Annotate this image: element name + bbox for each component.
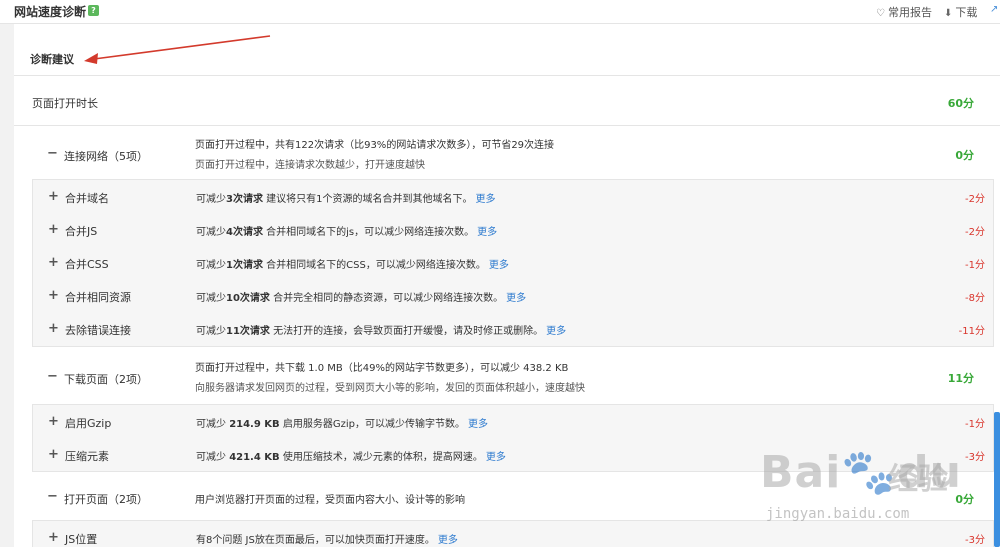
open-time-label: 页面打开时长 (32, 97, 98, 110)
category-score: 0分 (955, 149, 974, 162)
list-item[interactable]: + 去除错误连接 可减少11次请求 无法打开的连接，会导致页面打开缓慢，请及时修… (33, 312, 993, 345)
item-score: -8分 (965, 293, 985, 304)
list-item[interactable]: + 合并域名 可减少3次请求 建议将只有1个资源的域名合并到其他域名下。 更多 -… (33, 180, 993, 213)
item-desc: 可减少4次请求 合并相同域名下的js，可以减少网络连接次数。 更多 (196, 227, 498, 238)
item-desc: 可减少11次请求 无法打开的连接，会导致页面打开缓慢，请及时修正或删除。 更多 (196, 326, 567, 337)
expand-icon[interactable]: + (48, 189, 59, 204)
item-desc: 可减少 214.9 KB 启用服务器Gzip，可以减少传输字节数。 更多 (196, 419, 488, 430)
category-name[interactable]: 下载页面（2项） (64, 371, 148, 387)
item-score: -11分 (958, 326, 985, 337)
more-link[interactable]: 更多 (476, 194, 496, 205)
expand-icon[interactable]: ↗ (990, 4, 998, 15)
category-name[interactable]: 打开页面（2项） (64, 491, 148, 507)
heart-icon: ♡ (876, 8, 885, 19)
category-hint: 向服务器请求发回网页的过程，受到网页大小等的影响，发回的页面体积越小，速度越快 (195, 383, 585, 394)
diagnosis-panel: 诊断建议 页面打开时长 60分 − 连接网络（5项） 页面打开过程中，共有122… (14, 24, 1000, 547)
more-link[interactable]: 更多 (506, 293, 526, 304)
expand-icon[interactable]: + (48, 414, 59, 429)
sub-list-download: + 启用Gzip 可减少 214.9 KB 启用服务器Gzip，可以减少传输字节… (32, 404, 994, 472)
item-name: 启用Gzip (65, 417, 112, 430)
top-bar: 网站速度诊断 ? ♡ 常用报告 ⬇ 下载 ↗ (0, 0, 1000, 24)
favorite-reports-button[interactable]: ♡ 常用报告 (876, 4, 932, 20)
page-title: 网站速度诊断 (14, 5, 87, 19)
scrollbar[interactable] (994, 412, 1000, 547)
item-score: -2分 (965, 227, 985, 238)
item-score: -1分 (965, 260, 985, 271)
item-score: -3分 (965, 452, 985, 463)
item-desc: 可减少1次请求 合并相同域名下的CSS，可以减少网络连接次数。 更多 (196, 260, 509, 271)
collapse-icon[interactable]: − (47, 146, 58, 161)
expand-icon[interactable]: + (48, 255, 59, 270)
item-name: 压缩元素 (65, 450, 109, 463)
download-label: 下载 (955, 6, 978, 19)
more-link[interactable]: 更多 (486, 452, 506, 463)
category-summary: 页面打开过程中，共有122次请求（比93%的网站请求次数多），可节省29次连接 (195, 140, 555, 151)
item-name: 合并CSS (65, 258, 109, 271)
divider (14, 75, 1000, 76)
expand-icon[interactable]: + (48, 222, 59, 237)
sub-list-open: + JS位置 有8个问题 JS放在页面最后，可以加快页面打开速度。 更多 -3分 (32, 520, 994, 547)
list-item[interactable]: + 合并CSS 可减少1次请求 合并相同域名下的CSS，可以减少网络连接次数。更… (33, 246, 993, 279)
help-icon[interactable]: ? (88, 5, 99, 16)
sub-list-connect: + 合并域名 可减少3次请求 建议将只有1个资源的域名合并到其他域名下。 更多 -… (32, 179, 994, 347)
collapse-icon[interactable]: − (47, 369, 58, 384)
more-link[interactable]: 更多 (489, 260, 509, 271)
item-score: -3分 (965, 535, 985, 546)
item-score: -1分 (965, 419, 985, 430)
list-item[interactable]: + 合并JS 可减少4次请求 合并相同域名下的js，可以减少网络连接次数。 更多 … (33, 213, 993, 246)
item-name: 合并相同资源 (65, 291, 131, 304)
list-item[interactable]: + 启用Gzip 可减少 214.9 KB 启用服务器Gzip，可以减少传输字节… (33, 405, 993, 438)
favorite-reports-label: 常用报告 (887, 6, 932, 19)
more-link[interactable]: 更多 (546, 326, 566, 337)
divider (14, 125, 1000, 126)
open-time-score: 60分 (947, 97, 974, 110)
collapse-icon[interactable]: − (47, 489, 58, 504)
list-item[interactable]: + 合并相同资源 可减少10次请求 合并完全相同的静态资源，可以减少网络连接次数… (33, 279, 993, 312)
more-link[interactable]: 更多 (477, 227, 497, 238)
item-desc: 可减少3次请求 建议将只有1个资源的域名合并到其他域名下。 更多 (196, 194, 496, 205)
item-desc: 可减少10次请求 合并完全相同的静态资源，可以减少网络连接次数。 更多 (196, 293, 527, 304)
more-link[interactable]: 更多 (438, 535, 458, 546)
category-hint: 页面打开过程中，连接请求次数越少，打开速度越快 (195, 160, 425, 171)
item-name: 合并域名 (65, 192, 109, 205)
item-name: 去除错误连接 (65, 324, 131, 337)
download-button[interactable]: ⬇ 下载 (944, 4, 977, 20)
item-desc: 可减少 421.4 KB 使用压缩技术，减少元素的体积，提高网速。 更多 (196, 452, 506, 463)
item-name: 合并JS (65, 225, 98, 238)
expand-icon[interactable]: + (48, 288, 59, 303)
item-name: JS位置 (65, 533, 98, 546)
category-summary: 页面打开过程中，共下载 1.0 MB（比49%的网站字节数更多），可以减少 43… (195, 363, 569, 374)
list-item[interactable]: + JS位置 有8个问题 JS放在页面最后，可以加快页面打开速度。 更多 -3分 (33, 521, 993, 547)
expand-icon[interactable]: + (48, 530, 59, 545)
item-desc: 有8个问题 JS放在页面最后，可以加快页面打开速度。 更多 (196, 535, 458, 546)
expand-icon[interactable]: + (48, 321, 59, 336)
expand-icon[interactable]: + (48, 447, 59, 462)
category-name[interactable]: 连接网络（5项） (64, 148, 148, 164)
more-link[interactable]: 更多 (468, 419, 488, 430)
category-summary: 用户浏览器打开页面的过程，受页面内容大小、设计等的影响 (195, 495, 465, 506)
category-score: 0分 (955, 493, 974, 506)
category-score: 11分 (947, 372, 974, 385)
item-score: -2分 (965, 194, 985, 205)
list-item[interactable]: + 压缩元素 可减少 421.4 KB 使用压缩技术，减少元素的体积，提高网速。… (33, 438, 993, 471)
download-icon: ⬇ (944, 8, 953, 19)
